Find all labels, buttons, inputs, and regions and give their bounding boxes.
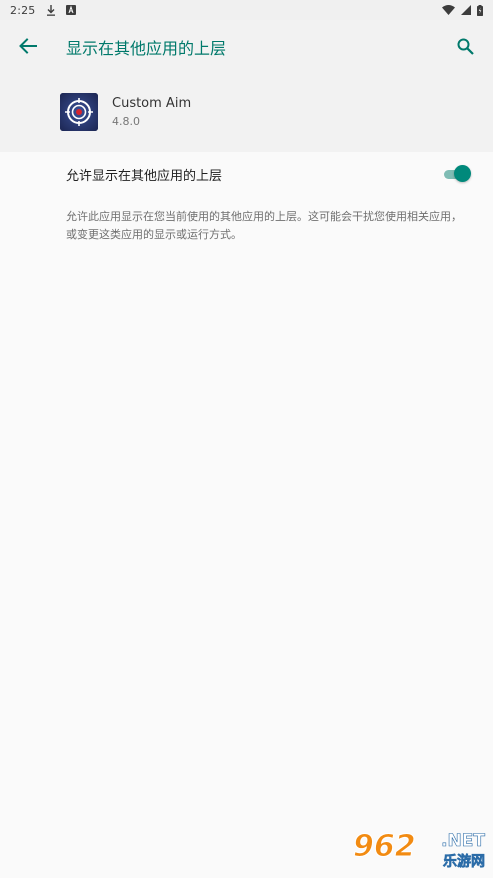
allow-overlay-toggle[interactable] (444, 164, 472, 184)
status-time: 2:25 (10, 3, 36, 17)
app-name: Custom Aim (112, 96, 192, 111)
battery-icon (477, 4, 483, 16)
watermark-number: 962 (353, 829, 417, 865)
setting-label: 允许显示在其他应用的上层 (66, 169, 223, 184)
search-icon (457, 38, 474, 59)
back-button[interactable] (8, 28, 48, 68)
watermark-sub: 乐游网 (443, 854, 486, 871)
custom-aim-app-icon (60, 93, 98, 131)
status-bar: 2:25 (0, 0, 493, 20)
app-header: Custom Aim 4.8.0 (0, 76, 493, 152)
a-badge-icon (65, 5, 76, 15)
setting-description: 允许此应用显示在您当前使用的其他应用的上层。这可能会干扰您使用相关应用，或变更这… (66, 210, 462, 241)
screen: 2:25 显示在其他应用的上层 Custom Aim 4.8.0 允许显示在其他… (0, 0, 493, 878)
watermark-domain: .NET (441, 831, 486, 852)
watermark-logo: 962 .NET 乐游网 (353, 829, 489, 873)
status-left: 2:25 (10, 4, 76, 17)
arrow-back-icon (19, 38, 37, 58)
search-button[interactable] (445, 28, 485, 68)
page-title: 显示在其他应用的上层 (66, 39, 227, 58)
toggle-thumb (454, 165, 471, 182)
download-icon (46, 4, 56, 16)
app-version: 4.8.0 (112, 115, 140, 128)
app-bar: 显示在其他应用的上层 (0, 20, 493, 76)
wifi-icon (442, 5, 455, 15)
status-right (442, 4, 483, 16)
signal-icon (461, 5, 471, 15)
allow-overlay-setting[interactable]: 允许显示在其他应用的上层 (0, 152, 493, 196)
